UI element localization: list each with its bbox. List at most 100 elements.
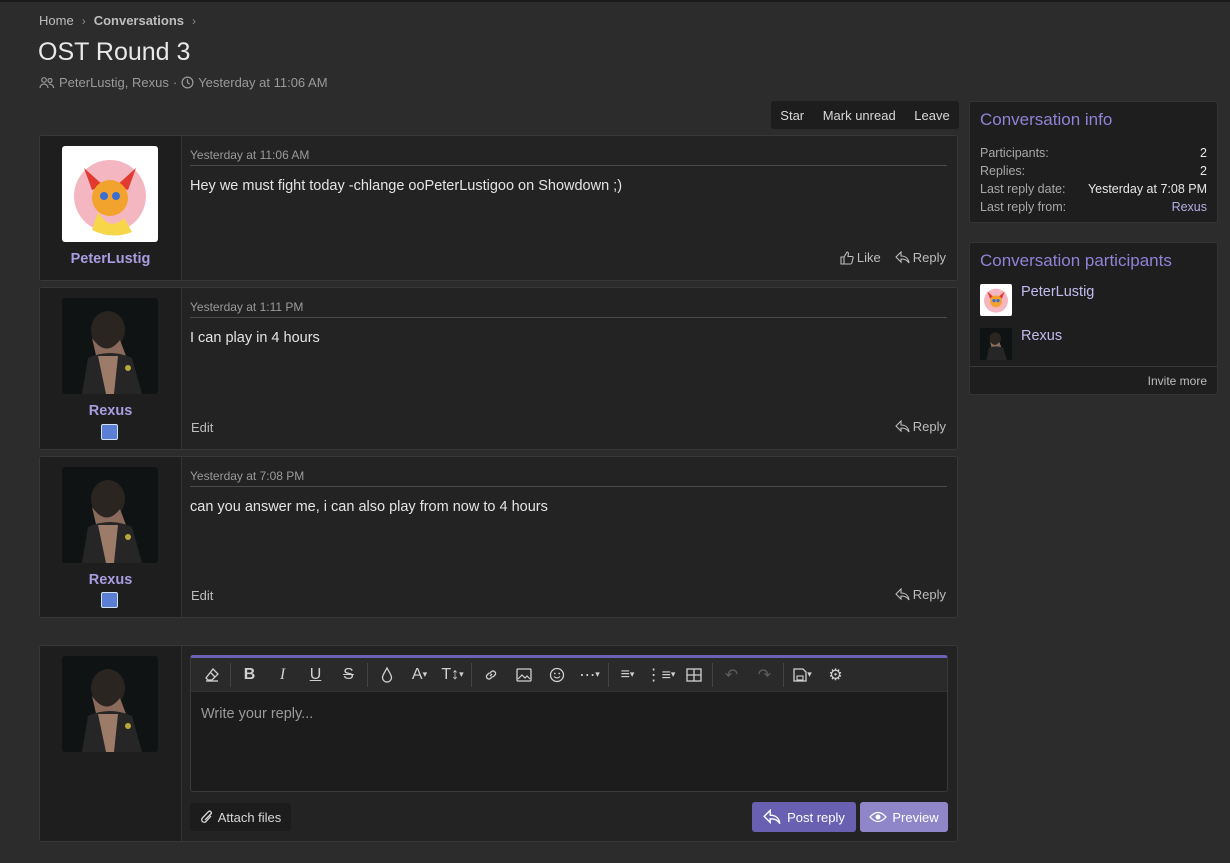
reply-label: Reply xyxy=(912,250,946,265)
like-label: Like xyxy=(856,250,881,265)
breadcrumb-conversations[interactable]: Conversations xyxy=(94,13,184,28)
info-value[interactable]: Yesterday at 7:08 PM xyxy=(1088,182,1207,196)
info-value: 2 xyxy=(1200,146,1207,160)
participant-name[interactable]: PeterLustig xyxy=(1021,284,1094,300)
gear-icon[interactable]: ⚙ xyxy=(819,661,852,689)
reply-icon xyxy=(894,420,910,433)
user-badge-icon xyxy=(101,424,118,440)
info-label: Last reply date: xyxy=(980,182,1066,196)
eye-icon xyxy=(869,811,888,823)
avatar[interactable] xyxy=(62,298,158,394)
editor-toolbar: B I U S A ▾ T↕ ▾ ⋯ ▾ ≡ ▾ ⋮≡ ▾ ↶ ↷ ▾ ⚙ xyxy=(191,658,947,692)
participants-text[interactable]: PeterLustig, Rexus xyxy=(59,75,169,90)
username[interactable]: PeterLustig xyxy=(40,251,181,267)
avatar[interactable] xyxy=(62,656,158,752)
reply-icon xyxy=(894,251,910,264)
post-label: Post reply xyxy=(787,809,845,825)
username[interactable]: Rexus xyxy=(40,403,181,419)
info-label: Last reply from: xyxy=(980,200,1067,214)
reply-button[interactable]: Reply xyxy=(894,419,946,434)
paperclip-icon xyxy=(200,810,212,823)
conversation-date[interactable]: Yesterday at 11:06 AM xyxy=(198,75,327,90)
toolbar-separator xyxy=(230,662,231,687)
mark-unread-button[interactable]: Mark unread xyxy=(819,108,900,123)
image-icon[interactable] xyxy=(507,661,540,689)
leave-button[interactable]: Leave xyxy=(910,108,953,123)
strikethrough-icon[interactable]: S xyxy=(332,661,365,689)
font-size-icon[interactable]: T↕ ▾ xyxy=(436,661,469,689)
edit-button[interactable]: Edit xyxy=(191,420,213,435)
message-date[interactable]: Yesterday at 1:11 PM xyxy=(190,300,303,314)
bold-icon[interactable]: B xyxy=(233,661,266,689)
emoji-icon[interactable] xyxy=(540,661,573,689)
info-last-reply-date: Last reply date: Yesterday at 7:08 PM xyxy=(980,182,1207,196)
clock-icon xyxy=(181,76,194,89)
message-date[interactable]: Yesterday at 7:08 PM xyxy=(190,469,304,483)
user-badge-icon xyxy=(101,592,118,608)
reply-button[interactable]: Reply xyxy=(894,587,946,602)
info-participants: Participants: 2 xyxy=(980,146,1207,160)
info-last-reply-from: Last reply from: Rexus xyxy=(980,200,1207,214)
info-value[interactable]: Rexus xyxy=(1172,200,1207,214)
toolbar-separator xyxy=(608,662,609,687)
message-user-cell: PeterLustig xyxy=(40,136,182,280)
message-3: Rexus Yesterday at 7:08 PM can you answe… xyxy=(39,456,958,618)
star-button[interactable]: Star xyxy=(776,108,808,123)
conversation-actions: Star Mark unread Leave xyxy=(771,101,959,129)
info-replies: Replies: 2 xyxy=(980,164,1207,178)
info-label: Participants: xyxy=(980,146,1049,160)
more-options-icon[interactable]: ⋯ ▾ xyxy=(573,661,606,689)
link-icon[interactable] xyxy=(474,661,507,689)
text-color-icon[interactable] xyxy=(370,661,403,689)
participant-item[interactable]: PeterLustig xyxy=(980,284,1094,316)
message-2: Rexus Yesterday at 1:11 PM I can play in… xyxy=(39,287,958,450)
table-icon[interactable] xyxy=(677,661,710,689)
eraser-icon[interactable] xyxy=(195,661,228,689)
reply-label: Reply xyxy=(912,587,946,602)
font-family-icon[interactable]: A ▾ xyxy=(403,661,436,689)
conversation-meta: PeterLustig, Rexus · Yesterday at 11:06 … xyxy=(39,75,328,90)
avatar[interactable] xyxy=(62,146,158,242)
chevron-right-icon: › xyxy=(192,13,196,28)
attach-files-button[interactable]: Attach files xyxy=(190,803,291,831)
username[interactable]: Rexus xyxy=(40,572,181,588)
italic-icon[interactable]: I xyxy=(266,661,299,689)
attach-label: Attach files xyxy=(217,809,282,825)
avatar[interactable] xyxy=(62,467,158,563)
reply-icon xyxy=(763,809,781,825)
like-button[interactable]: Like xyxy=(840,250,881,265)
preview-label: Preview xyxy=(892,809,939,825)
conversation-info-panel: Conversation info Participants: 2 Replie… xyxy=(969,101,1218,223)
thumbs-up-icon xyxy=(840,250,854,265)
preview-button[interactable]: Preview xyxy=(860,802,948,832)
message-date[interactable]: Yesterday at 11:06 AM xyxy=(190,148,309,162)
undo-icon[interactable]: ↶ xyxy=(715,661,748,689)
reply-form: B I U S A ▾ T↕ ▾ ⋯ ▾ ≡ ▾ ⋮≡ ▾ ↶ ↷ ▾ ⚙ Wr… xyxy=(39,645,958,842)
chevron-right-icon: › xyxy=(81,13,86,28)
toolbar-separator xyxy=(471,662,472,687)
toolbar-separator xyxy=(367,662,368,687)
reply-icon xyxy=(894,588,910,601)
message-user-cell: Rexus xyxy=(40,457,182,617)
edit-button[interactable]: Edit xyxy=(191,588,213,603)
participant-name[interactable]: Rexus xyxy=(1021,328,1062,344)
underline-icon[interactable]: U xyxy=(299,661,332,689)
breadcrumb-home[interactable]: Home xyxy=(39,13,74,28)
align-icon[interactable]: ≡ ▾ xyxy=(611,661,644,689)
save-draft-icon[interactable]: ▾ xyxy=(786,661,819,689)
list-icon[interactable]: ⋮≡ ▾ xyxy=(644,661,677,689)
users-icon xyxy=(39,76,55,89)
invite-more-link[interactable]: Invite more xyxy=(1148,374,1207,388)
redo-icon[interactable]: ↷ xyxy=(748,661,781,689)
participants-title: Conversation participants xyxy=(980,251,1172,270)
post-reply-button[interactable]: Post reply xyxy=(752,802,856,832)
reply-button[interactable]: Reply xyxy=(894,250,946,265)
page-title: OST Round 3 xyxy=(38,38,191,66)
toolbar-separator xyxy=(783,662,784,687)
avatar[interactable] xyxy=(980,328,1012,360)
reply-input[interactable]: Write your reply... xyxy=(201,706,313,722)
reply-label: Reply xyxy=(912,419,946,434)
participant-item[interactable]: Rexus xyxy=(980,328,1062,360)
avatar[interactable] xyxy=(980,284,1012,316)
info-label: Replies: xyxy=(980,164,1026,178)
